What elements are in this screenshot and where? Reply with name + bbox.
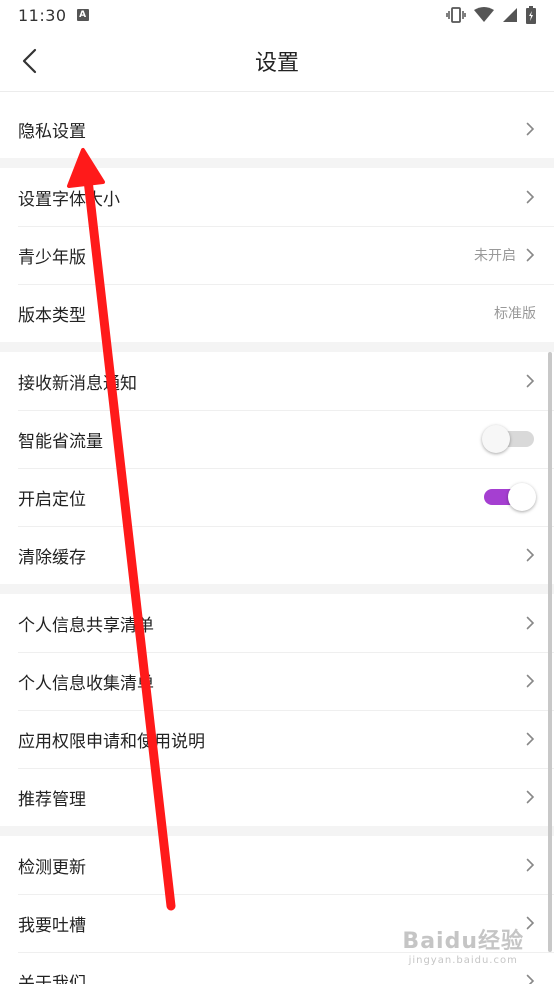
row-clear-cache[interactable]: 清除缓存: [0, 526, 554, 584]
row-label: 个人信息共享清单: [18, 615, 154, 636]
section-divider: [0, 584, 554, 594]
row-recommendation-management[interactable]: 推荐管理: [0, 768, 554, 826]
row-message-notifications[interactable]: 接收新消息通知: [0, 352, 554, 410]
chevron-right-icon: [524, 857, 536, 873]
watermark: Baidu经验 jingyan.baidu.com: [402, 923, 524, 966]
section-personal-info: 个人信息共享清单 个人信息收集清单 应用权限申请和使用说明 推荐管理: [0, 594, 554, 826]
status-time: 11:30: [18, 5, 67, 25]
row-value: 标准版: [494, 306, 536, 322]
section-display: 设置字体大小 青少年版 未开启 版本类型 标准版: [0, 168, 554, 342]
row-label: 关于我们: [18, 973, 86, 984]
chevron-right-icon: [524, 189, 536, 205]
chevron-right-icon: [524, 121, 536, 137]
chevron-right-icon: [524, 615, 536, 631]
battery-icon: [526, 6, 536, 24]
row-youth-mode[interactable]: 青少年版 未开启: [0, 226, 554, 284]
vibrate-icon: [446, 7, 466, 23]
row-data-saver: 智能省流量: [0, 410, 554, 468]
row-label: 版本类型: [18, 305, 86, 326]
location-toggle[interactable]: [482, 483, 536, 511]
row-permissions-info[interactable]: 应用权限申请和使用说明: [0, 710, 554, 768]
chevron-right-icon: [524, 915, 536, 931]
chevron-right-icon: [524, 673, 536, 689]
chevron-right-icon: [524, 373, 536, 389]
section-general: 接收新消息通知 智能省流量 开启定位 清除缓存: [0, 352, 554, 584]
row-font-size[interactable]: 设置字体大小: [0, 168, 554, 226]
status-bar: 11:30 A: [0, 0, 554, 30]
row-check-update[interactable]: 检测更新: [0, 836, 554, 894]
page-title: 设置: [254, 50, 299, 76]
row-label: 个人信息收集清单: [18, 673, 154, 694]
section-divider: [0, 158, 554, 168]
row-location: 开启定位: [0, 468, 554, 526]
row-label: 青少年版: [18, 247, 86, 268]
data-saver-toggle[interactable]: [482, 425, 536, 453]
signal-icon: [503, 8, 517, 22]
row-label: 接收新消息通知: [18, 373, 137, 394]
row-label: 应用权限申请和使用说明: [18, 731, 205, 752]
row-info-sharing-list[interactable]: 个人信息共享清单: [0, 594, 554, 652]
row-label: 推荐管理: [18, 789, 86, 810]
chevron-right-icon: [524, 789, 536, 805]
watermark-main: Baidu经验: [402, 929, 524, 954]
chevron-right-icon: [524, 731, 536, 747]
row-value: 未开启: [474, 248, 516, 264]
row-label: 开启定位: [18, 489, 86, 510]
row-label: 设置字体大小: [18, 189, 120, 210]
back-button[interactable]: [12, 44, 46, 78]
row-label: 智能省流量: [18, 431, 103, 452]
notification-badge-icon: A: [76, 9, 89, 21]
wifi-icon: [474, 7, 494, 22]
chevron-right-icon: [524, 247, 536, 263]
row-version-type: 版本类型 标准版: [0, 284, 554, 342]
row-privacy-settings[interactable]: 隐私设置: [0, 100, 554, 158]
section-privacy: 隐私设置: [0, 100, 554, 158]
row-info-collection-list[interactable]: 个人信息收集清单: [0, 652, 554, 710]
chevron-right-icon: [524, 547, 536, 563]
scrollbar[interactable]: [548, 352, 552, 952]
chevron-right-icon: [524, 973, 536, 984]
row-label: 我要吐槽: [18, 915, 86, 936]
back-arrow-icon: [22, 48, 37, 74]
app-bar: 设置: [0, 30, 554, 92]
top-spacer: [0, 92, 554, 100]
row-label: 隐私设置: [18, 121, 86, 142]
section-divider: [0, 342, 554, 352]
watermark-sub: jingyan.baidu.com: [408, 955, 518, 966]
row-label: 清除缓存: [18, 547, 86, 568]
row-label: 检测更新: [18, 857, 86, 878]
section-divider: [0, 826, 554, 836]
